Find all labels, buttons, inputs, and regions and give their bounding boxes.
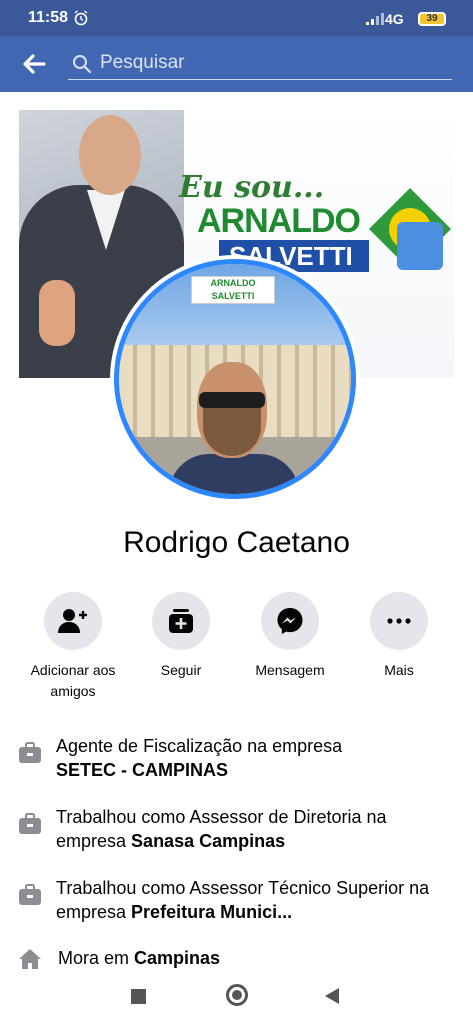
search-icon <box>73 55 92 74</box>
info-row-work-past-2[interactable]: Trabalhou como Assessor Técnico Superior… <box>18 876 458 926</box>
info-employer: Sanasa Campinas <box>131 831 286 851</box>
info-row-work-past-1[interactable]: Trabalhou como Assessor de Diretoria na … <box>18 805 458 855</box>
follow-button[interactable]: Seguir <box>131 592 231 681</box>
photo-banner: ARNALDO SALVETTI <box>191 276 275 304</box>
system-back-button[interactable] <box>325 988 339 1004</box>
status-time: 11:58 <box>28 9 69 26</box>
battery-level: 39 <box>426 13 438 24</box>
follow-label: Seguir <box>160 662 202 678</box>
back-arrow-icon[interactable] <box>20 50 48 78</box>
signal-icon <box>366 13 384 25</box>
info-text-work-past-1: Trabalhou como Assessor de Diretoria na … <box>56 805 436 853</box>
add-friend-icon <box>58 609 87 633</box>
briefcase-icon <box>19 742 41 763</box>
follow-icon <box>169 609 193 633</box>
add-friend-label: Adicionar aos amigos <box>30 662 116 699</box>
message-button-circle <box>261 592 319 650</box>
info-city: Campinas <box>134 948 221 968</box>
system-nav-bar <box>0 970 473 1024</box>
search-placeholder: Pesquisar <box>100 52 185 73</box>
more-icon <box>387 618 411 624</box>
recent-apps-button[interactable] <box>131 989 146 1004</box>
info-employer: Prefeitura Munici... <box>131 902 293 922</box>
info-employer: SETEC - CAMPINAS <box>56 760 229 780</box>
cover-name-first: ARNALDO <box>197 202 361 240</box>
more-button[interactable]: Mais <box>349 592 449 681</box>
message-button[interactable]: Mensagem <box>240 592 340 681</box>
message-label: Mensagem <box>255 662 325 678</box>
more-button-circle <box>370 592 428 650</box>
briefcase-icon <box>19 813 41 834</box>
home-icon <box>19 949 41 969</box>
like-icon <box>397 222 443 270</box>
info-prefix: Agente de Fiscalização na empresa <box>56 736 343 756</box>
info-text-work-current: Agente de Fiscalização na empresa SETEC … <box>56 734 342 782</box>
info-prefix: Mora em <box>58 948 130 968</box>
search-input[interactable]: Pesquisar <box>68 50 452 80</box>
alarm-icon <box>74 10 88 26</box>
battery-icon: 39 <box>418 12 446 26</box>
cover-slogan: Eu sou... <box>179 170 325 205</box>
more-label: Mais <box>384 662 414 678</box>
thumbs-up-hand <box>39 280 75 346</box>
photo-shirt <box>169 454 299 494</box>
profile-name: Rodrigo Caetano <box>123 526 350 559</box>
info-text-work-past-2: Trabalhou como Assessor Técnico Superior… <box>56 876 451 924</box>
messenger-icon <box>277 608 303 634</box>
profile-picture[interactable]: ARNALDO SALVETTI <box>114 259 356 499</box>
top-bar: Pesquisar <box>0 36 473 92</box>
info-row-work-current[interactable]: Agente de Fiscalização na empresa SETEC … <box>18 734 458 784</box>
add-friend-button-circle <box>44 592 102 650</box>
network-type: 4G <box>385 11 404 27</box>
cover-head <box>79 115 141 195</box>
follow-button-circle <box>152 592 210 650</box>
briefcase-icon <box>19 884 41 905</box>
add-friend-button[interactable]: Adicionar aos amigos <box>23 592 123 702</box>
photo-sunglasses <box>199 392 265 408</box>
home-button[interactable] <box>226 984 248 1006</box>
info-text-lives-in: Mora em Campinas <box>58 946 220 970</box>
status-bar: 11:58 4G 39 <box>0 0 473 36</box>
info-row-lives-in[interactable]: Mora em Campinas <box>18 946 458 970</box>
